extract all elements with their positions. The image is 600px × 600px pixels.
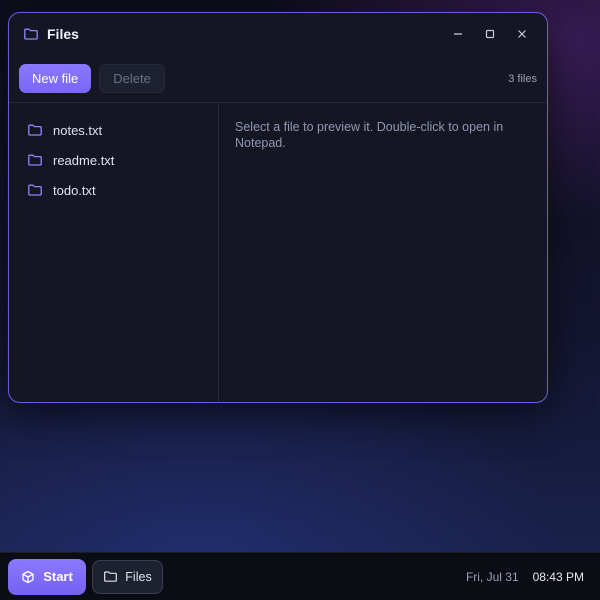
window-titlebar[interactable]: Files bbox=[9, 13, 547, 55]
close-button[interactable] bbox=[509, 21, 535, 47]
files-window[interactable]: Files New file Delete 3 files notes.txt … bbox=[8, 12, 548, 403]
system-tray: Fri, Jul 31 08:43 PM bbox=[466, 570, 592, 584]
list-item[interactable]: todo.txt bbox=[9, 175, 218, 205]
files-toolbar: New file Delete 3 files bbox=[9, 55, 547, 103]
folder-icon bbox=[104, 571, 118, 582]
tray-time: 08:43 PM bbox=[532, 569, 584, 584]
folder-icon bbox=[27, 152, 43, 168]
minimize-button[interactable] bbox=[445, 21, 471, 47]
maximize-icon bbox=[485, 29, 495, 39]
new-file-button[interactable]: New file bbox=[19, 64, 92, 93]
file-list: notes.txt readme.txt todo.txt bbox=[9, 103, 219, 402]
start-label: Start bbox=[43, 569, 73, 584]
close-icon bbox=[518, 30, 526, 38]
folder-icon bbox=[27, 122, 43, 138]
list-item[interactable]: readme.txt bbox=[9, 145, 218, 175]
maximize-button[interactable] bbox=[477, 21, 503, 47]
preview-hint: Select a file to preview it. Double-clic… bbox=[235, 120, 504, 150]
file-name: readme.txt bbox=[53, 152, 115, 168]
folder-icon bbox=[23, 26, 39, 42]
window-title: Files bbox=[47, 26, 79, 42]
file-name: notes.txt bbox=[53, 122, 103, 138]
tray-date: Fri, Jul 31 bbox=[465, 569, 519, 584]
file-name: todo.txt bbox=[53, 182, 96, 198]
cube-icon bbox=[22, 570, 34, 583]
taskbar-app-files[interactable]: Files bbox=[92, 559, 163, 594]
file-count: 3 files bbox=[508, 72, 537, 85]
start-button[interactable]: Start bbox=[8, 558, 86, 595]
folder-icon bbox=[27, 182, 43, 198]
taskbar: Start Files Fri, Jul 31 08:43 PM bbox=[0, 552, 600, 600]
preview-pane: Select a file to preview it. Double-clic… bbox=[219, 103, 547, 402]
delete-button[interactable]: Delete bbox=[99, 64, 165, 93]
minimize-icon bbox=[454, 33, 462, 35]
window-controls bbox=[445, 21, 535, 47]
files-content: notes.txt readme.txt todo.txt Select a f… bbox=[9, 103, 547, 402]
taskbar-app-label: Files bbox=[125, 569, 152, 584]
list-item[interactable]: notes.txt bbox=[9, 115, 218, 145]
